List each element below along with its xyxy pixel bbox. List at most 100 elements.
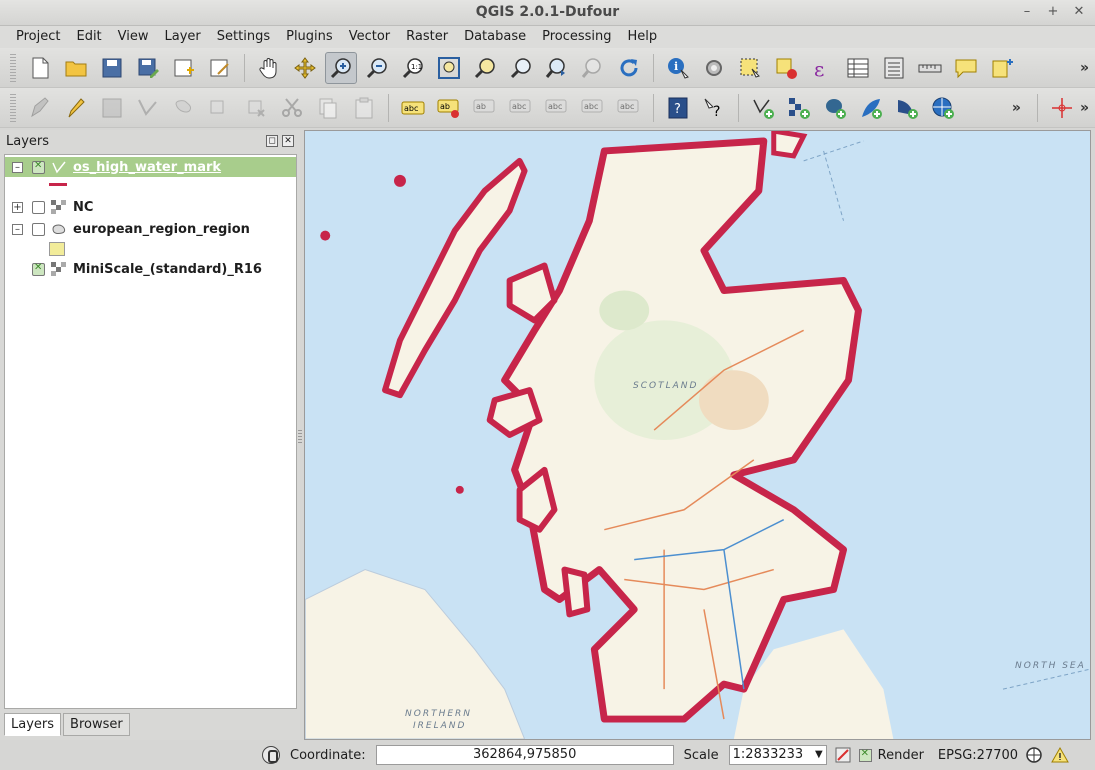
tab-layers[interactable]: Layers	[4, 713, 62, 736]
paste-features-button[interactable]	[348, 92, 380, 124]
help-button[interactable]: ?	[662, 92, 694, 124]
tab-browser[interactable]: Browser	[63, 713, 130, 736]
zoom-last-button[interactable]	[541, 52, 573, 84]
zoom-to-selection-button[interactable]	[505, 52, 537, 84]
toolbar-overflow-button-2[interactable]: »	[1012, 100, 1021, 116]
scale-combobox[interactable]: 1:2833233 ▼	[728, 745, 827, 765]
map-canvas[interactable]: NORTH SEA NORTHERN IRELAND SCOTLAND	[304, 130, 1091, 740]
menu-layer[interactable]: Layer	[157, 26, 209, 48]
collapse-toggle[interactable]: –	[12, 161, 23, 173]
toolbar-grip[interactable]	[10, 93, 16, 122]
zoom-full-button[interactable]	[433, 52, 465, 84]
new-project-button[interactable]	[24, 52, 56, 84]
close-button[interactable]: ✕	[1071, 3, 1087, 21]
maximize-button[interactable]: +	[1045, 3, 1061, 21]
add-postgis-layer-button[interactable]	[819, 92, 851, 124]
select-features-button[interactable]	[734, 52, 766, 84]
add-feature-button[interactable]	[132, 92, 164, 124]
add-mssql-layer-button[interactable]	[891, 92, 923, 124]
open-project-button[interactable]	[60, 52, 92, 84]
add-raster-layer-button[interactable]	[783, 92, 815, 124]
zoom-next-button[interactable]	[577, 52, 609, 84]
menu-view[interactable]: View	[110, 26, 157, 48]
change-label-button[interactable]: abc	[613, 92, 645, 124]
menu-settings[interactable]: Settings	[209, 26, 278, 48]
cut-features-button[interactable]	[276, 92, 308, 124]
layer-visibility-checkbox[interactable]	[32, 222, 45, 236]
close-panel-button[interactable]: ✕	[282, 135, 294, 147]
layer-row-os-high-water-mark[interactable]: – os_high_water_mark	[5, 157, 296, 177]
layer-visibility-checkbox[interactable]	[32, 160, 45, 174]
move-label-button[interactable]: abc	[541, 92, 573, 124]
minimize-button[interactable]: –	[1019, 3, 1035, 21]
save-project-button[interactable]	[96, 52, 128, 84]
run-feature-action-button[interactable]	[698, 52, 730, 84]
move-feature-button[interactable]	[168, 92, 200, 124]
highlight-labels-button[interactable]: ab	[469, 92, 501, 124]
toolbar-overflow-button[interactable]: »	[1080, 60, 1089, 76]
layer-row-european-region[interactable]: – european_region_region	[5, 219, 296, 239]
refresh-button[interactable]	[613, 52, 645, 84]
add-wms-layer-button[interactable]	[927, 92, 959, 124]
float-panel-button[interactable]: ◻	[266, 135, 278, 147]
zoom-last-icon	[545, 57, 565, 78]
copy-features-button[interactable]	[312, 92, 344, 124]
save-layer-edits-button[interactable]	[96, 92, 128, 124]
capture-coordinate-button[interactable]	[1046, 92, 1078, 124]
toolbar-grip[interactable]	[10, 53, 16, 82]
layer-labeling-button[interactable]: abc	[397, 92, 429, 124]
current-edits-button[interactable]	[24, 92, 56, 124]
map-tips-button[interactable]	[950, 52, 982, 84]
toolbar-overflow-button-3[interactable]: »	[1080, 100, 1089, 116]
zoom-actual-size-button[interactable]: 1:1	[397, 52, 429, 84]
new-print-composer-button[interactable]	[168, 52, 200, 84]
delete-selected-button[interactable]	[240, 92, 272, 124]
crs-button[interactable]	[1024, 745, 1044, 765]
add-vector-layer-button[interactable]	[747, 92, 779, 124]
new-bookmark-button[interactable]	[986, 52, 1018, 84]
mouse-coordinate-toggle-icon[interactable]	[262, 746, 280, 764]
pan-map-button[interactable]	[253, 52, 285, 84]
layer-row-nc[interactable]: + NC	[5, 197, 296, 217]
pan-to-selection-button[interactable]	[289, 52, 321, 84]
collapse-toggle[interactable]: –	[12, 223, 23, 235]
crs-status[interactable]: EPSG:27700	[938, 748, 1018, 763]
menu-help[interactable]: Help	[620, 26, 666, 48]
menu-plugins[interactable]: Plugins	[278, 26, 341, 48]
zoom-to-layer-button[interactable]	[469, 52, 501, 84]
composer-manager-button[interactable]	[204, 52, 236, 84]
stop-render-button[interactable]	[833, 745, 853, 765]
pin-labels-button[interactable]: ab	[433, 92, 465, 124]
menu-raster[interactable]: Raster	[398, 26, 456, 48]
show-hide-labels-button[interactable]: abc	[505, 92, 537, 124]
layer-visibility-checkbox[interactable]	[32, 262, 45, 276]
expand-toggle[interactable]: +	[12, 201, 23, 213]
toggle-editing-button[interactable]	[60, 92, 92, 124]
zoom-actual-icon: 1:1	[402, 57, 423, 78]
menu-edit[interactable]: Edit	[68, 26, 109, 48]
add-spatialite-layer-button[interactable]	[855, 92, 887, 124]
node-tool-button[interactable]	[204, 92, 236, 124]
menu-project[interactable]: Project	[8, 26, 68, 48]
menu-vector[interactable]: Vector	[341, 26, 398, 48]
layer-visibility-checkbox[interactable]	[32, 200, 45, 214]
deselect-features-button[interactable]	[770, 52, 802, 84]
menu-database[interactable]: Database	[456, 26, 534, 48]
rotate-label-button[interactable]: abc	[577, 92, 609, 124]
zoom-out-button[interactable]	[361, 52, 393, 84]
render-checkbox[interactable]	[858, 748, 872, 762]
messages-button[interactable]	[1050, 745, 1070, 765]
coordinate-field[interactable]: 362864,975850	[375, 745, 674, 765]
open-attribute-table-button[interactable]	[842, 52, 874, 84]
whats-this-button[interactable]: ?	[698, 92, 730, 124]
measure-line-button[interactable]	[914, 52, 946, 84]
field-calculator-button[interactable]	[878, 52, 910, 84]
panel-splitter[interactable]	[298, 430, 302, 444]
zoom-in-button[interactable]	[325, 51, 357, 84]
layer-row-miniscale[interactable]: MiniScale_(standard)_R16	[5, 259, 296, 279]
identify-features-button[interactable]: i	[662, 52, 694, 84]
layer-name: european_region_region	[73, 221, 250, 237]
save-as-button[interactable]	[132, 52, 164, 84]
menu-processing[interactable]: Processing	[534, 26, 619, 48]
select-by-expression-button[interactable]: ε	[806, 52, 838, 84]
